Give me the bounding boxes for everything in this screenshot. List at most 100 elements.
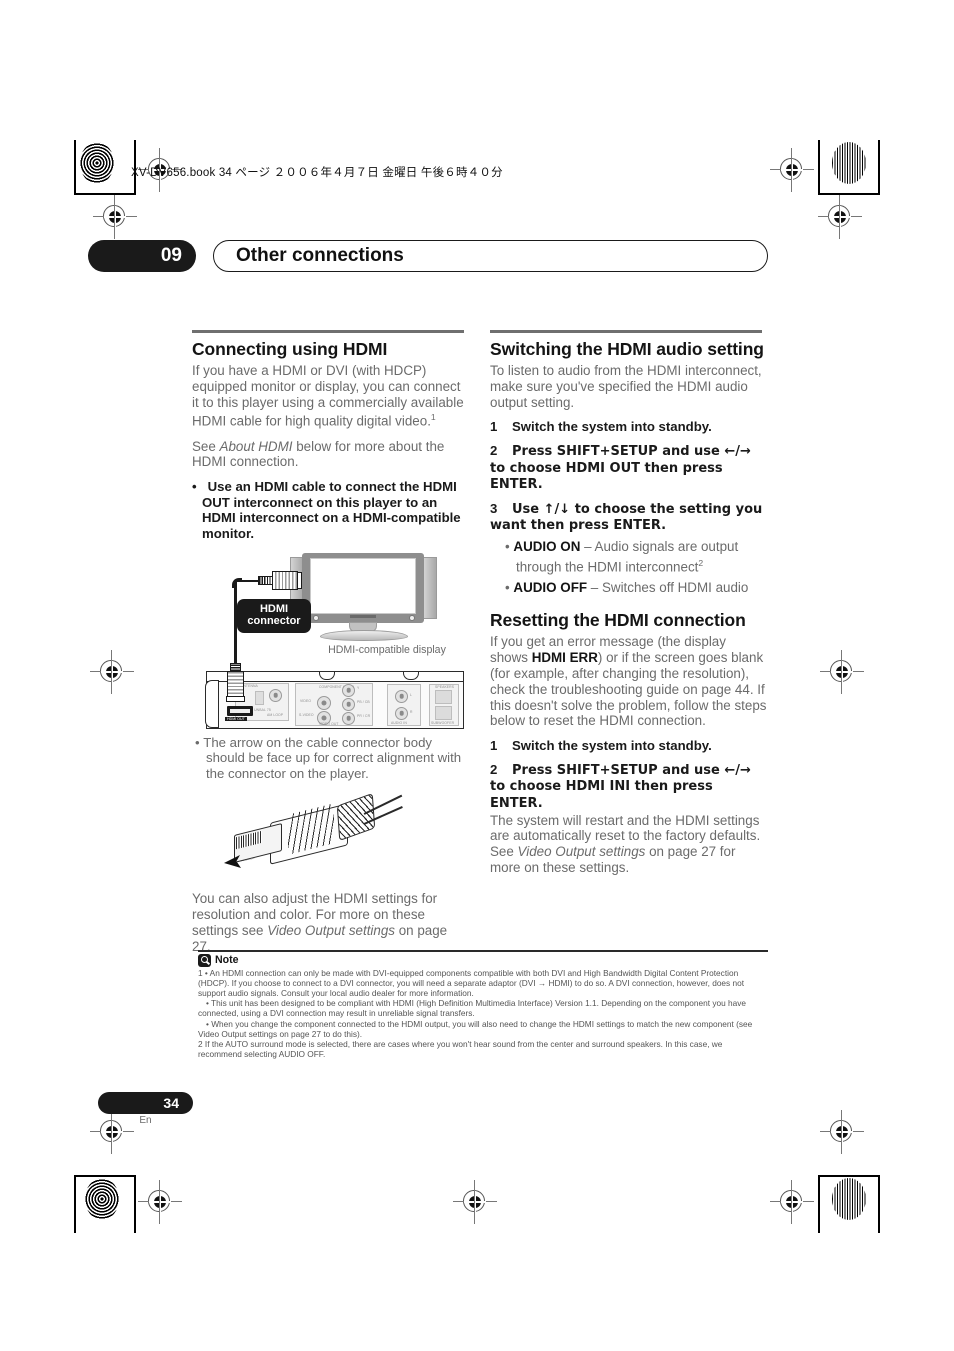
hdmi-connector-label-line1: HDMI: [259, 602, 289, 615]
registration-target-upper-right: [818, 195, 862, 239]
instruction-bullet-text: Use an HDMI cable to connect the HDMI OU…: [202, 479, 461, 542]
column-rule-right: [490, 330, 762, 333]
option-audio-off-desc: – Switches off HDMI audio: [587, 580, 749, 596]
page-language-code: En: [139, 1115, 152, 1126]
component-pb-label: PB / CB: [357, 699, 370, 704]
registration-target-upper-left: [93, 195, 137, 239]
closing-paragraph: You can also adjust the HDMI settings fo…: [192, 891, 469, 954]
resetting-step-1-text: Switch the system into standby.: [512, 738, 712, 754]
hdmi-cable-closeup-illustration: [192, 789, 469, 881]
subwoofer-label: SUBWOOFER: [431, 720, 455, 725]
component-y-label: Y: [357, 685, 360, 690]
registration-rosette-tr: [832, 142, 866, 184]
resetting-step-2-text: Press SHIFT+SETUP and use ←/→ to choose …: [490, 762, 751, 811]
book-file-header: XV-DV656.book 34 ページ ２００６年４月７日 金曜日 午後６時４…: [131, 167, 503, 179]
hdmi-out-port-icon: [227, 705, 253, 716]
registration-rosette-br: [832, 1178, 866, 1220]
tv-stand-base: [320, 629, 408, 641]
switching-step-1-text: Switch the system into standby.: [512, 419, 712, 435]
video-output-settings-reference-2: Video Output settings: [517, 844, 646, 860]
crop-mark-tr-v2: [818, 140, 820, 195]
see-about-hdmi-paragraph: See About HDMI below for more about the …: [192, 439, 469, 471]
cable-strain-relief: [336, 793, 376, 842]
page-number: 34: [163, 1095, 179, 1111]
hdmi-out-port-label: HDMI OUT: [225, 716, 247, 721]
crop-mark-tl-v: [74, 140, 76, 195]
note-section: Note 1 • An HDMI connection can only be …: [198, 950, 768, 1059]
resetting-step-2: 2 Press SHIFT+SETUP and use ←/→ to choose…: [490, 762, 767, 812]
arrow-orientation-note: • The arrow on the cable connector body …: [195, 734, 462, 781]
note-icon: [198, 953, 211, 967]
component-pr-jack-icon: [342, 711, 355, 725]
audio-in-right-jack-icon: [395, 706, 408, 720]
switching-step-1-number: 1: [490, 419, 498, 435]
crop-mark-tr-h: [818, 193, 880, 195]
switching-step-3: 3 Use ↑/↓ to choose the setting you want …: [490, 501, 767, 534]
crop-mark-tl-h: [74, 193, 136, 195]
note-title: Note: [215, 954, 239, 967]
video-out-section: [295, 682, 373, 726]
registration-target-mid-left: [90, 650, 134, 694]
crop-mark-br-h: [818, 1175, 880, 1177]
chapter-header-bar: 09 Other connections: [88, 240, 768, 272]
video-out-jack-icon: [317, 695, 331, 710]
registration-rosette-tl: [80, 142, 114, 184]
switching-step-2-number: 2: [490, 442, 498, 458]
note-item-1: 1 • An HDMI connection can only be made …: [198, 967, 745, 998]
footnote-marker-2: 2: [698, 557, 704, 568]
audio-in-label: AUDIO IN: [391, 720, 407, 725]
note-item-2-text: • This unit has been designed to be comp…: [198, 998, 747, 1019]
switching-step-2: 2 Press SHIFT+SETUP and use ←/→ to choose…: [490, 443, 767, 493]
note-divider: [198, 950, 768, 952]
note-header: Note: [198, 953, 768, 967]
crop-mark-tr-v: [878, 140, 880, 195]
option-audio-on: • AUDIO ON – Audio signals are output th…: [505, 538, 739, 575]
s-video-label: S-VIDEO: [299, 712, 314, 717]
am-loop-jack-icon: [269, 688, 282, 702]
note-item-4: 2 If the AUTO surround mode is selected,…: [198, 1039, 723, 1060]
switching-step-3-number: 3: [490, 500, 498, 516]
resetting-closing: The system will restart and the HDMI set…: [490, 813, 767, 876]
footnote-marker-1: 1: [430, 412, 436, 423]
section-heading-connecting-hdmi: Connecting using HDMI: [192, 339, 388, 359]
intro-paragraph: If you have a HDMI or DVI (with HDCP) eq…: [192, 363, 469, 430]
note-item-2: • This unit has been designed to be comp…: [198, 998, 768, 1018]
display-caption: HDMI-compatible display: [328, 643, 446, 656]
see-pre: See: [192, 438, 220, 454]
video-label: VIDEO: [300, 698, 312, 703]
arrow-orientation-note-text: The arrow on the cable connector body sh…: [203, 734, 462, 781]
fm-terminal: [255, 690, 264, 705]
instruction-bullet: • Use an HDMI cable to connect the HDMI …: [192, 479, 461, 542]
resetting-step-2-number: 2: [490, 761, 498, 777]
speaker-terminal-lower-icon: [435, 705, 452, 720]
crop-mark-bl-h: [74, 1175, 136, 1177]
note-item-3: • When you change the component connecte…: [198, 1019, 768, 1039]
option-audio-on-label: AUDIO ON: [513, 538, 581, 554]
registration-target-bottom-center: [453, 1180, 497, 1224]
registration-target-mid-right: [820, 650, 864, 694]
hdmi-plug-vertical-icon: [225, 662, 246, 707]
speakers-label: SPEAKERS: [435, 684, 455, 689]
tv-indicator-left-icon: [313, 614, 319, 621]
chapter-title: Other connections: [236, 245, 404, 266]
speaker-terminal-upper-icon: [435, 689, 452, 704]
section-heading-resetting-hdmi: Resetting the HDMI connection: [490, 610, 746, 631]
registration-rosette-bl: [85, 1178, 119, 1220]
crop-mark-br-v: [878, 1175, 880, 1233]
column-rule: [192, 330, 464, 333]
section-heading-switching-hdmi-audio: Switching the HDMI audio setting: [490, 339, 764, 359]
cable-horizontal-segment: [234, 579, 260, 583]
rear-panel-left-bracket: [205, 679, 219, 728]
resetting-step-1: 1 Switch the system into standby.: [490, 738, 767, 754]
switching-step-1: 1 Switch the system into standby.: [490, 419, 767, 435]
video-output-settings-reference: Video Output settings: [267, 923, 395, 938]
tv-speaker-right: [423, 556, 437, 619]
crop-mark-br-v2: [818, 1175, 820, 1233]
option-audio-off: • AUDIO OFF – Switches off HDMI audio: [505, 580, 749, 596]
hdmi-connection-diagram: HDMI-compatible display HDMI connector A…: [192, 551, 469, 729]
component-y-jack-icon: [342, 683, 355, 697]
registration-target-bottom-left: [138, 1180, 182, 1224]
resetting-intro: If you get an error message (the display…: [490, 634, 767, 729]
about-hdmi-reference: About HDMI: [219, 438, 293, 454]
hdmi-plug-horizontal-icon: [258, 570, 302, 590]
